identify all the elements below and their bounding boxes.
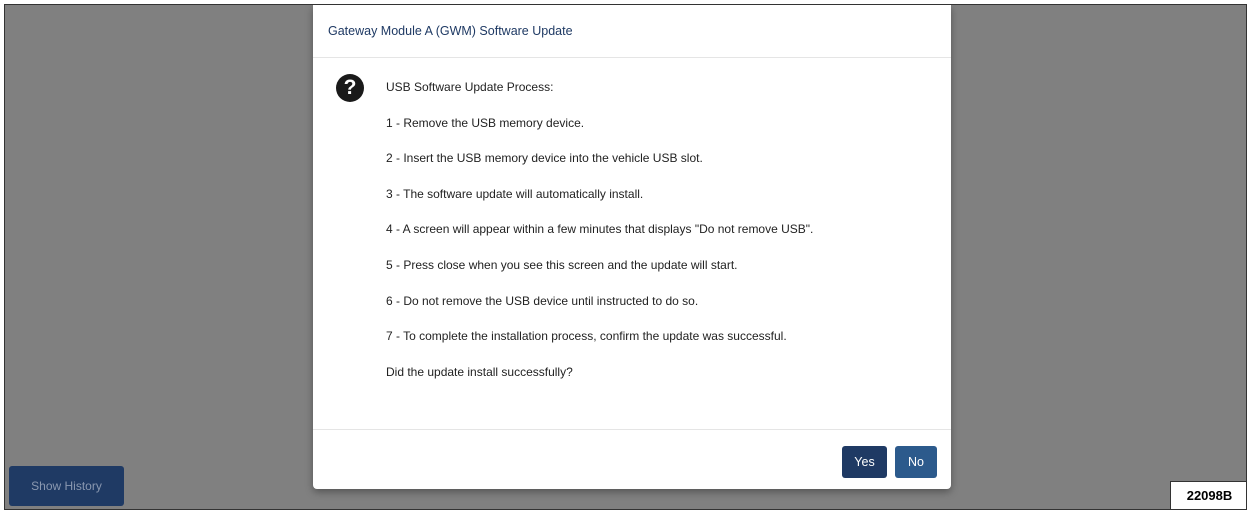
confirmation-question: Did the update install successfully? bbox=[386, 364, 573, 379]
question-circle-icon: ? bbox=[336, 74, 364, 102]
step-6: 6 - Do not remove the USB device until i… bbox=[386, 293, 699, 308]
dialog-footer: Yes No bbox=[313, 430, 951, 488]
dialog-title: Gateway Module A (GWM) Software Update bbox=[328, 24, 573, 38]
yes-button[interactable]: Yes bbox=[842, 446, 887, 478]
dialog-body: ? USB Software Update Process: 1 - Remov… bbox=[313, 58, 951, 430]
step-4: 4 - A screen will appear within a few mi… bbox=[386, 222, 814, 237]
step-7: 7 - To complete the installation process… bbox=[386, 329, 787, 344]
step-3: 3 - The software update will automatical… bbox=[386, 186, 644, 201]
app-frame: Show History Gateway Module A (GWM) Soft… bbox=[4, 4, 1247, 510]
step-2: 2 - Insert the USB memory device into th… bbox=[386, 151, 703, 166]
no-button[interactable]: No bbox=[895, 446, 937, 478]
instructions-heading: USB Software Update Process: bbox=[386, 80, 554, 94]
step-5: 5 - Press close when you see this screen… bbox=[386, 257, 738, 272]
step-1: 1 - Remove the USB memory device. bbox=[386, 115, 585, 130]
figure-reference-label: 22098B bbox=[1170, 481, 1246, 509]
dialog-content: USB Software Update Process: 1 - Remove … bbox=[386, 79, 926, 399]
dialog-header: Gateway Module A (GWM) Software Update bbox=[313, 5, 951, 58]
show-history-button[interactable]: Show History bbox=[9, 466, 124, 506]
software-update-dialog: Gateway Module A (GWM) Software Update ?… bbox=[313, 5, 951, 489]
